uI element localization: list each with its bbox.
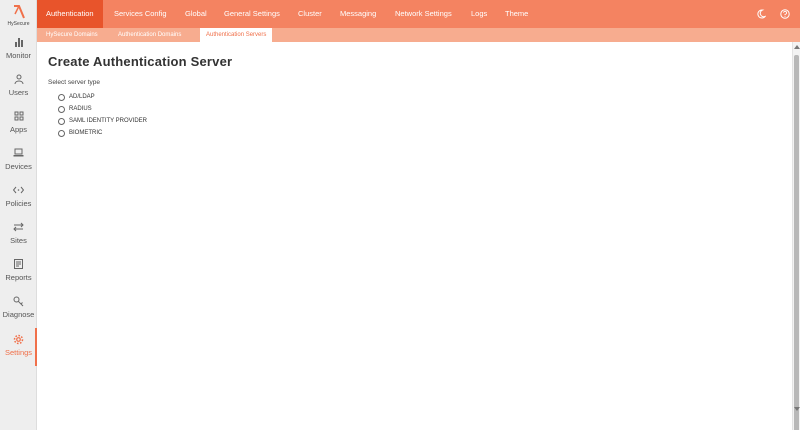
brand-name: HySecure bbox=[7, 21, 30, 27]
sidebar: HySecure Monitor Users Apps Devices Poli… bbox=[0, 0, 37, 430]
sub-nav-bar: HySecure Domains Authentication Domains … bbox=[37, 28, 800, 42]
sidebar-item-devices[interactable]: Devices bbox=[0, 145, 37, 181]
gear-icon bbox=[13, 333, 25, 345]
help-icon[interactable] bbox=[779, 8, 791, 20]
subtab-authentication-domains[interactable]: Authentication Domains bbox=[112, 28, 187, 42]
radio-ad-ldap[interactable]: AD/LDAP bbox=[58, 91, 778, 103]
hysecure-logo-icon bbox=[13, 5, 25, 19]
radio-button[interactable] bbox=[58, 93, 65, 101]
page-title: Create Authentication Server bbox=[48, 54, 233, 69]
document-icon bbox=[13, 258, 25, 270]
radio-label: SAML IDENTITY PROVIDER bbox=[69, 118, 148, 124]
code-brackets-icon bbox=[13, 184, 25, 196]
brand-logo[interactable]: HySecure bbox=[0, 0, 37, 34]
laptop-icon bbox=[13, 147, 25, 159]
radio-button[interactable] bbox=[58, 129, 65, 137]
server-type-label: Select server type bbox=[48, 79, 101, 86]
sidebar-item-diagnose[interactable]: Diagnose bbox=[0, 293, 37, 329]
radio-saml-identity-provider[interactable]: SAML IDENTITY PROVIDER bbox=[58, 115, 778, 127]
tab-logs[interactable]: Logs bbox=[462, 0, 496, 28]
sidebar-item-monitor[interactable]: Monitor bbox=[0, 34, 37, 70]
bar-chart-icon bbox=[13, 36, 25, 48]
user-icon bbox=[13, 73, 25, 85]
sidebar-item-label: Sites bbox=[10, 236, 27, 245]
apps-grid-icon bbox=[13, 110, 25, 122]
scroll-up-arrow-icon[interactable] bbox=[794, 45, 800, 49]
sidebar-item-reports[interactable]: Reports bbox=[0, 256, 37, 292]
sidebar-item-apps[interactable]: Apps bbox=[0, 108, 37, 144]
sidebar-item-sites[interactable]: Sites bbox=[0, 219, 37, 255]
radio-biometric[interactable]: BIOMETRIC bbox=[58, 127, 778, 139]
swap-arrows-icon bbox=[13, 221, 25, 233]
radio-button[interactable] bbox=[58, 105, 65, 113]
app-window: HySecure Monitor Users Apps Devices Poli… bbox=[0, 0, 800, 430]
subtab-authentication-servers[interactable]: Authentication Servers bbox=[200, 28, 273, 42]
sidebar-item-label: Diagnose bbox=[2, 310, 35, 319]
sidebar-item-label: Devices bbox=[5, 162, 32, 171]
key-icon bbox=[13, 295, 25, 307]
tab-theme[interactable]: Theme bbox=[496, 0, 537, 28]
server-type-radio-group: AD/LDAP RADIUS SAML IDENTITY PROVIDER BI… bbox=[58, 91, 778, 139]
scrollbar-thumb[interactable] bbox=[794, 55, 799, 430]
main-content: Create Authentication Server Select serv… bbox=[48, 54, 778, 139]
radio-label: AD/LDAP bbox=[69, 94, 95, 100]
tab-general-settings[interactable]: General Settings bbox=[215, 0, 289, 28]
radio-label: RADIUS bbox=[69, 106, 92, 112]
sidebar-item-label: Reports bbox=[5, 273, 32, 282]
sidebar-item-label: Apps bbox=[9, 125, 28, 134]
top-nav-bar: Authentication Services Config Global Ge… bbox=[37, 0, 800, 28]
sidebar-item-label: Policies bbox=[5, 199, 32, 208]
sidebar-item-label: Monitor bbox=[5, 51, 31, 60]
moon-icon[interactable] bbox=[755, 8, 767, 20]
tab-services-config[interactable]: Services Config bbox=[105, 0, 176, 28]
tab-network-settings[interactable]: Network Settings bbox=[386, 0, 461, 28]
subtab-hysecure-domains[interactable]: HySecure Domains bbox=[40, 28, 104, 42]
sidebar-item-users[interactable]: Users bbox=[0, 71, 37, 107]
sidebar-item-policies[interactable]: Policies bbox=[0, 182, 37, 218]
sidebar-item-label: Settings bbox=[4, 348, 33, 357]
sidebar-item-label: Users bbox=[8, 88, 29, 97]
vertical-scrollbar[interactable] bbox=[792, 42, 800, 430]
scroll-down-arrow-icon[interactable] bbox=[794, 407, 800, 411]
radio-label: BIOMETRIC bbox=[69, 130, 103, 136]
tab-messaging[interactable]: Messaging bbox=[331, 0, 385, 28]
radio-radius[interactable]: RADIUS bbox=[58, 103, 778, 115]
tab-global[interactable]: Global bbox=[176, 0, 216, 28]
tab-cluster[interactable]: Cluster bbox=[289, 0, 331, 28]
tab-authentication[interactable]: Authentication bbox=[37, 0, 103, 28]
sidebar-item-settings[interactable]: Settings bbox=[0, 328, 37, 367]
radio-button[interactable] bbox=[58, 117, 65, 125]
